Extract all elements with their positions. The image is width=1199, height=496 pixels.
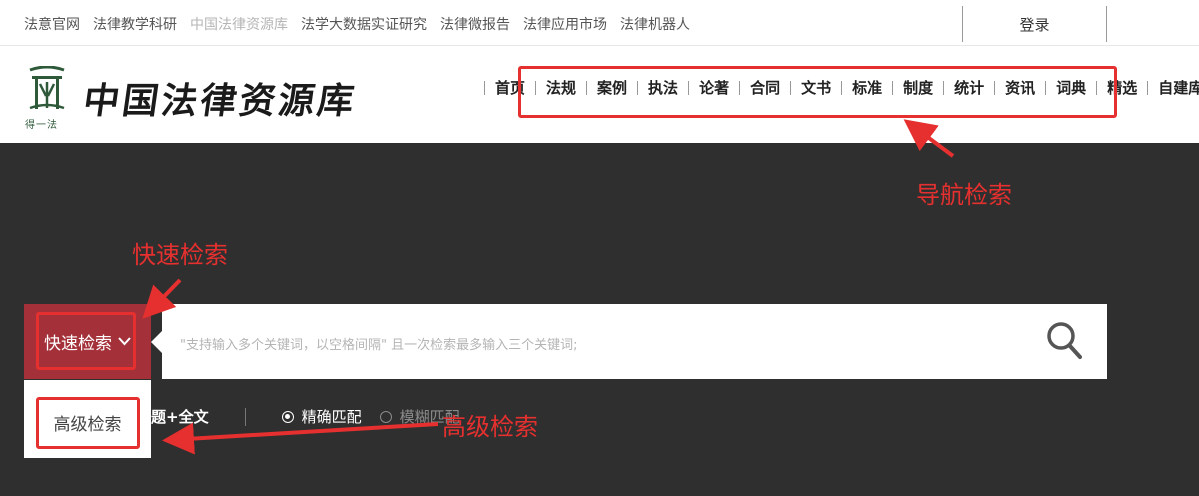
search-scope[interactable]: 题+全文 [151, 406, 209, 427]
radio-exact-label: 精确匹配 [301, 408, 362, 426]
login-button[interactable]: 登录 [962, 6, 1107, 42]
annotation-box-nav [518, 66, 1117, 118]
search-options: 题+全文 精确匹配 模糊匹配 [151, 406, 478, 427]
top-link-bigdata[interactable]: 法学大数据实证研究 [301, 14, 427, 34]
nav-divider [1147, 80, 1149, 95]
options-divider [244, 407, 246, 426]
annotation-label-nav: 导航检索 [916, 181, 1012, 209]
nav-item-custom-library[interactable]: 自建库 [1158, 77, 1199, 98]
top-link-market[interactable]: 法律应用市场 [523, 14, 607, 34]
logo-title[interactable]: 中国法律资源库 [80, 72, 360, 124]
top-bar: 法意官网 法律教学科研 中国法律资源库 法学大数据实证研究 法律微报告 法律应用… [0, 0, 1199, 46]
top-links: 法意官网 法律教学科研 中国法律资源库 法学大数据实证研究 法律微报告 法律应用… [24, 14, 703, 34]
nav-divider [484, 80, 485, 95]
logo-subtitle: 得一法 [25, 120, 58, 131]
search-input[interactable]: "支持输入多个关键词，以空格间隔" 且一次检索最多输入三个关键词; [162, 304, 1107, 379]
top-link-report[interactable]: 法律微报告 [440, 14, 510, 34]
search-icon[interactable] [1045, 318, 1085, 364]
annotation-label-advanced: 高级检索 [442, 413, 538, 441]
logo-icon[interactable] [26, 66, 68, 122]
radio-selected-icon [281, 410, 294, 423]
radio-exact-match[interactable]: 精确匹配 [281, 406, 362, 427]
annotation-label-quick: 快速检索 [132, 241, 228, 269]
top-link-robot[interactable]: 法律机器人 [620, 14, 690, 34]
radio-unselected-icon [379, 410, 392, 423]
top-link-teaching[interactable]: 法律教学科研 [93, 14, 177, 34]
annotation-box-quick [36, 312, 136, 370]
search-placeholder: "支持输入多个关键词，以空格间隔" 且一次检索最多输入三个关键词; [180, 338, 578, 353]
annotation-box-advanced [36, 397, 140, 449]
notch-decoration [151, 331, 162, 353]
top-link-resource[interactable]: 中国法律资源库 [190, 14, 288, 34]
top-link-fayi[interactable]: 法意官网 [24, 14, 80, 34]
